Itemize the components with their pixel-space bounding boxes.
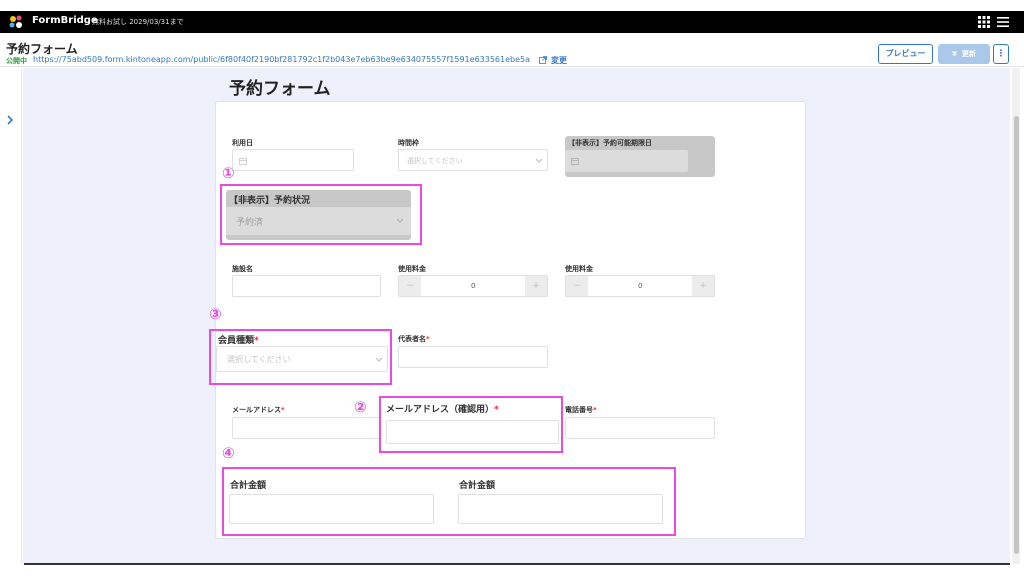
header-bar: 予約フォーム 公開中 https://75abd509.form.kintone… [0, 33, 1024, 67]
total2-input[interactable] [458, 494, 663, 524]
total1-input[interactable] [229, 494, 434, 524]
phone-label: 電話番号* [565, 406, 597, 414]
chevron-down-icon [375, 357, 383, 362]
email-confirm-input[interactable] [386, 420, 559, 444]
calendar-icon [571, 158, 579, 165]
use-date-label: 利用日 [232, 139, 253, 147]
time-slot-label: 時間枠 [398, 139, 419, 147]
email-confirm-label: メールアドレス（確認用）* [386, 405, 499, 415]
app-name: FormBridge [32, 15, 98, 26]
trial-text: 無料お試し 2029/03/31まで [92, 18, 184, 26]
representative-label: 代表者名* [398, 335, 430, 343]
hidden-status-box: 【非表示】予約状況 予約済 [226, 190, 411, 240]
annotation-number-1: ① [222, 164, 235, 182]
yen-icon: ¥ [952, 50, 957, 58]
fee2-value: 0 [638, 282, 643, 290]
bottom-divider [24, 563, 1010, 565]
fee1-label: 使用料金 [398, 265, 426, 273]
facility-input[interactable] [232, 275, 381, 297]
hidden-status-value: 予約済 [236, 218, 264, 228]
preview-button[interactable]: プレビュー [878, 44, 933, 64]
hidden-deadline-box: 【非表示】予約可能期限日 [565, 136, 715, 177]
fee2-increment-button[interactable]: + [692, 276, 714, 296]
menu-icon[interactable] [997, 16, 1009, 28]
fee1-value: 0 [471, 282, 476, 290]
form-heading: 予約フォーム [229, 79, 331, 99]
scrollbar-thumb[interactable] [1014, 116, 1019, 554]
fee2-decrement-button[interactable]: − [566, 276, 588, 296]
status-badge: 公開中 [6, 57, 27, 65]
hidden-deadline-input[interactable] [565, 150, 688, 172]
use-date-input[interactable] [232, 149, 354, 171]
fee1-stepper[interactable]: − 0 + [398, 275, 548, 297]
change-url-link[interactable]: 変更 [551, 55, 567, 66]
annotation-number-4: ④ [222, 444, 235, 462]
external-link-icon[interactable] [539, 56, 547, 64]
update-button[interactable]: ¥ 更新 [938, 44, 990, 64]
annotation-number-2: ② [354, 398, 367, 416]
facility-label: 施設名 [232, 265, 253, 273]
representative-input[interactable] [398, 346, 548, 368]
hidden-deadline-label: 【非表示】予約可能期限日 [568, 139, 652, 147]
left-sidebar [0, 68, 22, 564]
chevron-right-icon[interactable] [3, 113, 17, 127]
time-slot-select[interactable]: 選択してください [398, 149, 548, 171]
calendar-icon [239, 158, 247, 165]
time-slot-placeholder: 選択してください [407, 157, 463, 165]
member-type-select[interactable]: 選択してください [216, 346, 388, 372]
public-url-link[interactable]: https://75abd509.form.kintoneapp.com/pub… [33, 55, 530, 64]
grid-icon[interactable] [978, 16, 990, 28]
annotation-number-3: ③ [209, 305, 222, 323]
phone-input[interactable] [565, 417, 715, 439]
member-type-placeholder: 選択してください [227, 355, 291, 364]
more-options-button[interactable]: ⋮ [993, 44, 1009, 64]
update-label: 更新 [961, 50, 976, 58]
chevron-down-icon [396, 218, 404, 223]
member-type-label: 会員種類* [218, 336, 259, 346]
fee1-increment-button[interactable]: + [525, 276, 547, 296]
top-bar: FormBridge 無料お試し 2029/03/31まで [0, 11, 1024, 33]
fee1-decrement-button[interactable]: − [399, 276, 421, 296]
email-input[interactable] [232, 417, 381, 439]
total2-label: 合計金額 [459, 481, 496, 491]
fee2-label: 使用料金 [565, 265, 593, 273]
hidden-status-select[interactable]: 予約済 [226, 207, 411, 235]
fee2-stepper[interactable]: − 0 + [565, 275, 715, 297]
email-label: メールアドレス* [232, 406, 285, 414]
formbridge-logo-icon[interactable] [8, 14, 24, 30]
chevron-down-icon [535, 158, 543, 163]
hidden-status-label: 【非表示】予約状況 [229, 196, 311, 206]
total1-label: 合計金額 [230, 481, 267, 491]
